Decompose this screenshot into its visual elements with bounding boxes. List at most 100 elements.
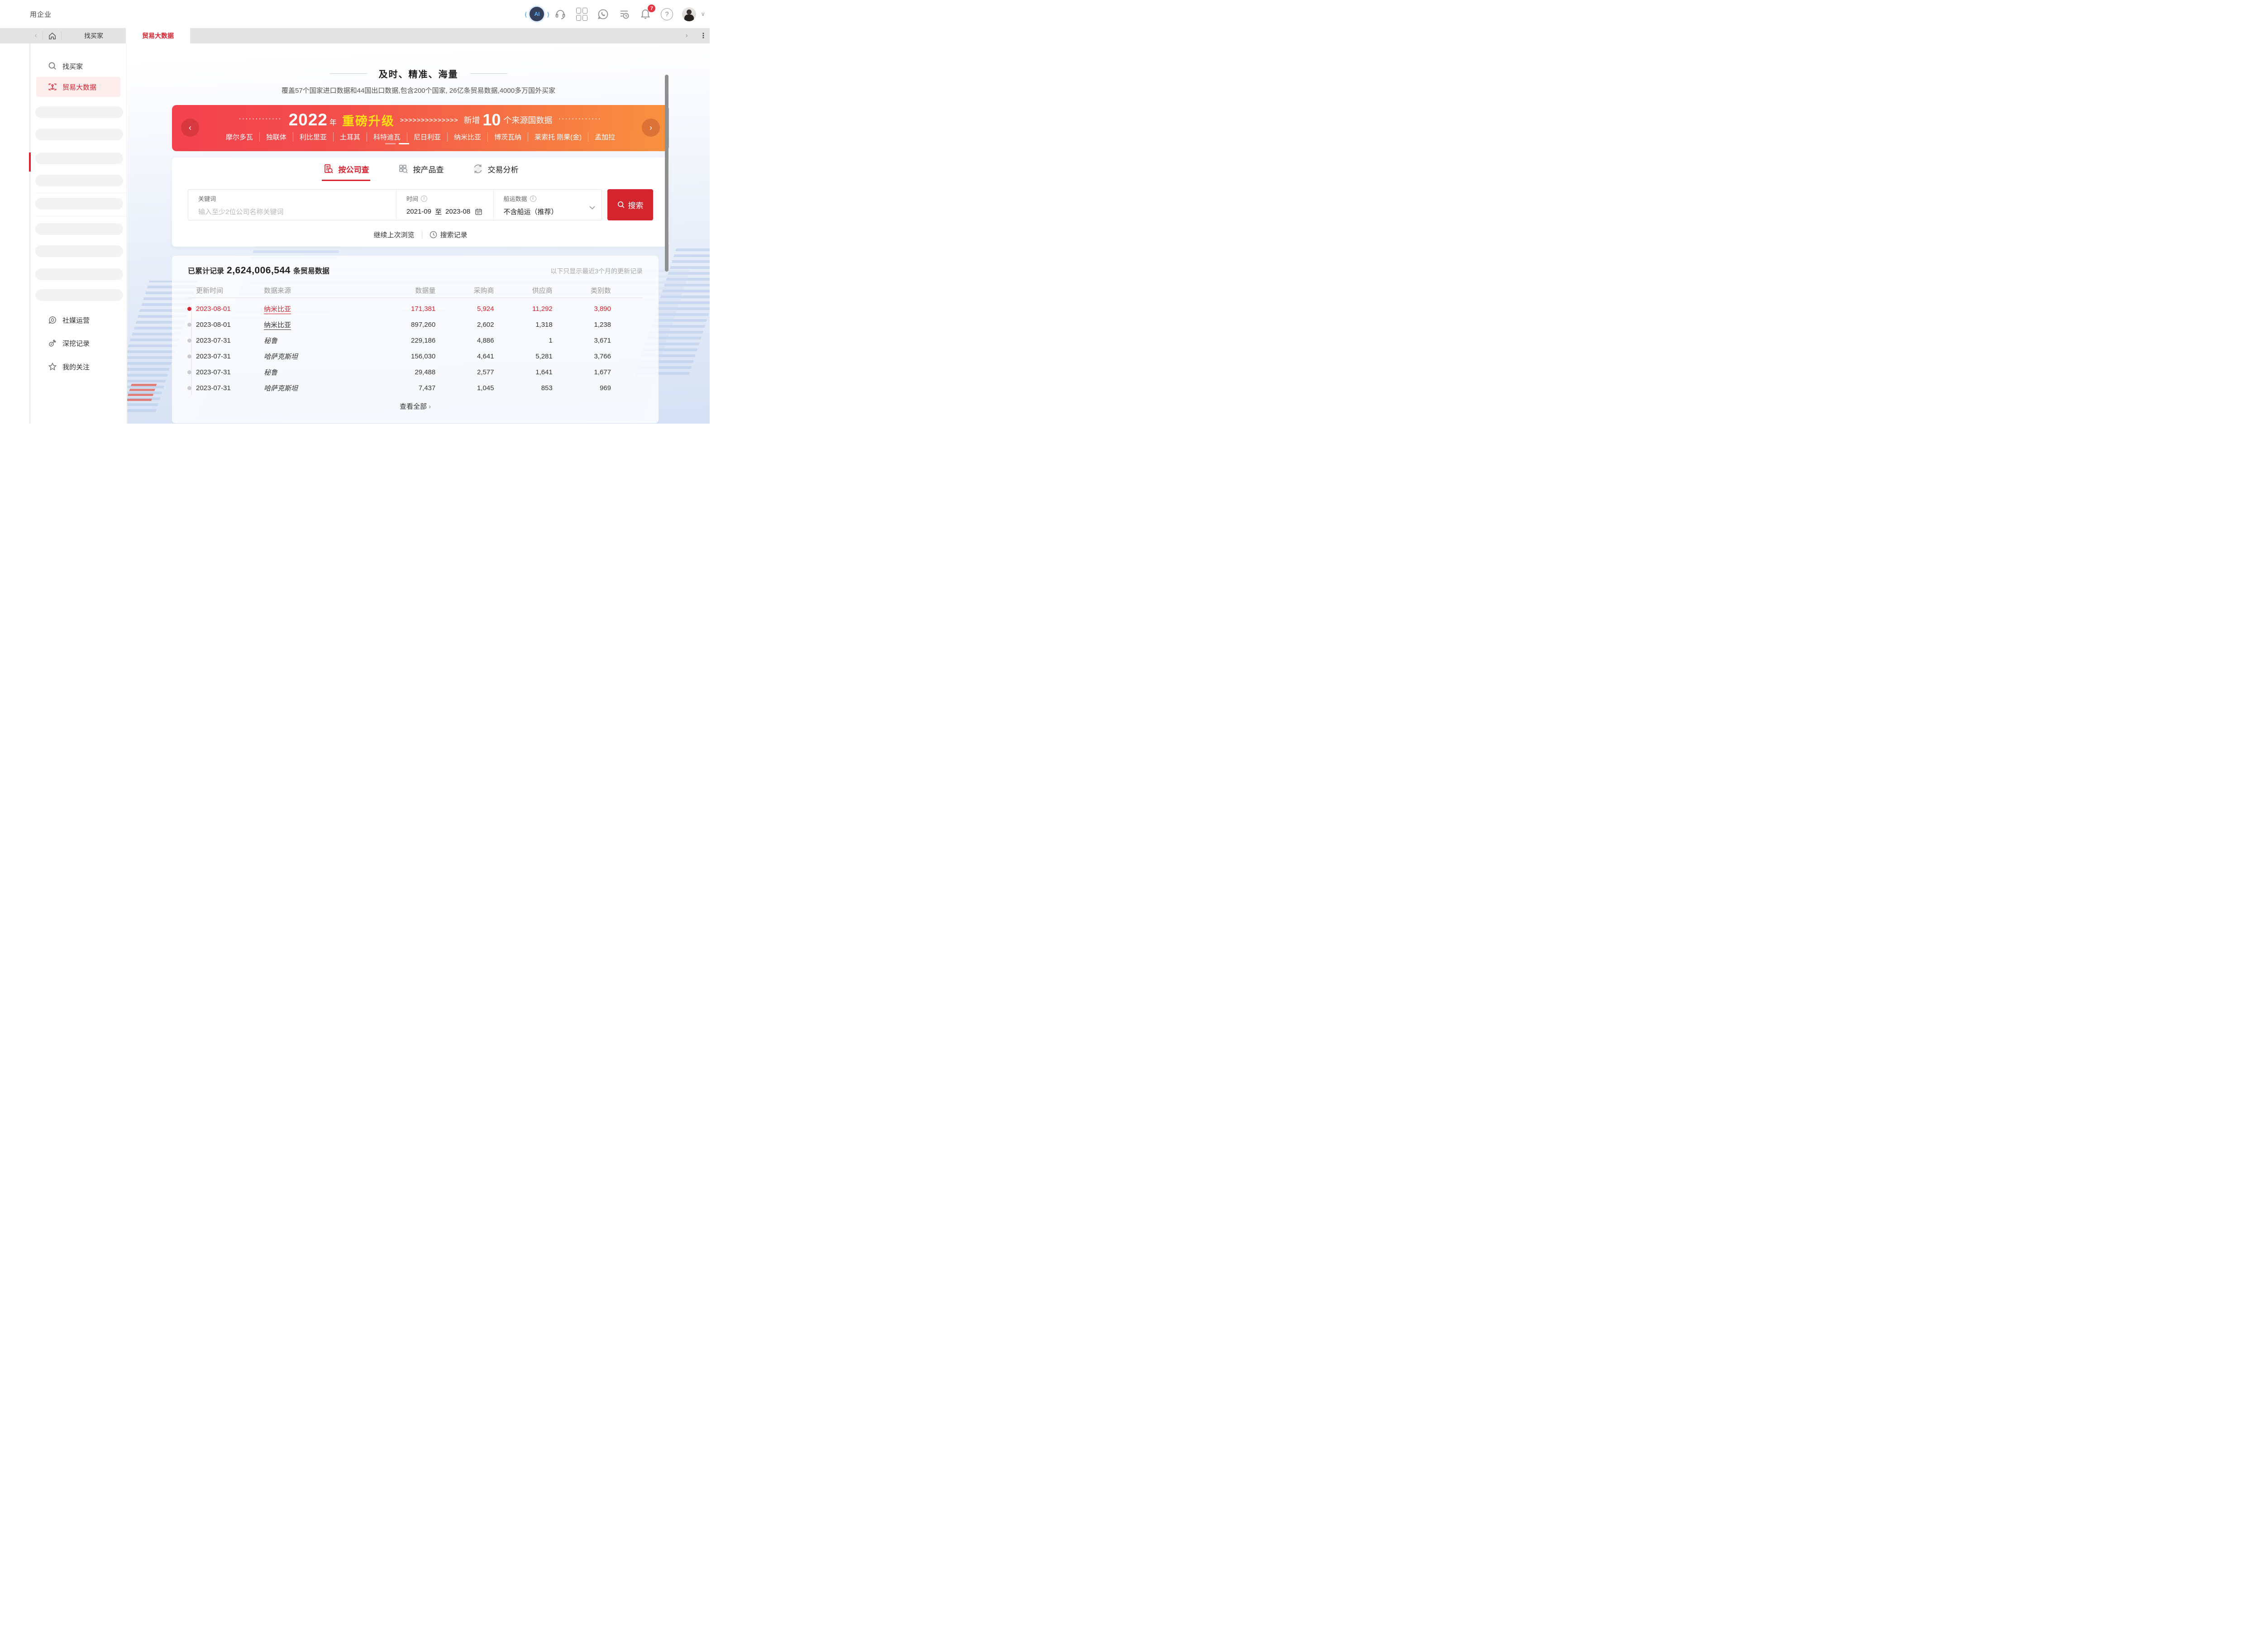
shipping-data-field[interactable]: 船运数据 i 不含船运（推荐）	[493, 190, 602, 220]
page-title: 及时、精准、海量	[379, 67, 458, 80]
header-icons: ( AI )	[528, 0, 705, 28]
time-range-field[interactable]: 时间 i 2021-09 至 2023-08	[396, 190, 493, 220]
tab-back-button[interactable]: ‹	[29, 32, 43, 40]
tab-transaction-analysis[interactable]: 交易分析	[472, 163, 519, 181]
tab-forward-button[interactable]: ›	[680, 32, 693, 40]
sidebar-skeleton-item	[35, 268, 123, 280]
shipping-select[interactable]: 不含船运（推荐）	[504, 207, 593, 216]
sidebar-skeleton-item	[35, 106, 123, 118]
notifications-bell-icon[interactable]: 7	[639, 7, 652, 21]
total-records-number: 2,624,006,544	[227, 265, 291, 276]
tab-more-icon[interactable]: ⋮	[700, 31, 707, 40]
task-history-icon[interactable]	[617, 7, 631, 21]
banner-country: 莱索托 刚果(金)	[528, 132, 588, 142]
search-form: 关键词 输入至少2位公司名称关键词 时间 i 2021-09 至 2023-08	[188, 189, 653, 220]
top-header: 用企业 ( AI )	[0, 0, 710, 28]
pickaxe-icon	[48, 339, 57, 348]
records-note: 以下只显示最近3个月的更新记录	[550, 267, 643, 276]
table-row[interactable]: 2023-08-01 纳米比亚 897,260 2,602 1,318 1,23…	[188, 317, 643, 333]
timeline-dot	[187, 354, 191, 358]
banner-pager[interactable]	[385, 143, 409, 144]
sidebar-skeleton-item	[35, 175, 123, 186]
tab-trade-big-data[interactable]: 贸易大数据	[126, 28, 190, 43]
table-row[interactable]: 2023-08-01 纳米比亚 171,381 5,924 11,292 3,8…	[188, 301, 643, 317]
star-icon	[48, 362, 57, 371]
sidebar-item-deep-dig-records[interactable]: 深挖记录	[36, 333, 120, 353]
timeline-dot	[187, 323, 191, 327]
table-row[interactable]: 2023-07-31 秘鲁 29,488 2,577 1,641 1,677	[188, 364, 643, 380]
avatar[interactable]	[681, 7, 697, 21]
clock-icon	[430, 231, 437, 239]
tab-find-buyers[interactable]: 找买家	[62, 28, 126, 43]
banner-country: 纳米比亚	[447, 132, 487, 142]
banner-country: 博茨瓦纳	[487, 132, 528, 142]
timeline-dot	[187, 370, 191, 374]
promo-banner[interactable]: ‹ › ············· 2022 年 重磅升级 >>>>>>>>>>…	[172, 105, 669, 151]
product-search-icon	[397, 163, 409, 175]
banner-country: 尼日利亚	[407, 132, 447, 142]
records-card: 已累计记录 2,624,006,544 条贸易数据 以下只显示最近3个月的更新记…	[172, 256, 659, 423]
banner-country: 利比里亚	[293, 132, 333, 142]
view-all-link[interactable]: 查看全部›	[172, 401, 659, 411]
records-stats: 已累计记录 2,624,006,544 条贸易数据 以下只显示最近3个月的更新记…	[188, 265, 643, 276]
sidebar-skeleton-item	[35, 223, 123, 235]
keyword-input[interactable]: 输入至少2位公司名称关键词	[198, 207, 387, 216]
records-table: 2023-08-01 纳米比亚 171,381 5,924 11,292 3,8…	[188, 301, 643, 396]
headset-icon[interactable]	[554, 7, 567, 21]
chevron-down-icon	[589, 206, 595, 210]
browser-tabstrip: ‹ 找买家 贸易大数据 › ⋮	[0, 28, 710, 43]
tab-search-by-company[interactable]: 按公司查	[323, 163, 369, 181]
search-icon	[617, 201, 625, 209]
sidebar-skeleton-item	[35, 153, 123, 164]
page-subtitle: 覆盖57个国家进口数据和44国出口数据,包含200个国家, 26亿条贸易数据,4…	[127, 86, 710, 95]
notification-badge: 7	[648, 5, 655, 12]
company-search-icon	[323, 163, 334, 175]
banner-country: 独联体	[259, 132, 293, 142]
sidebar-item-my-follows[interactable]: 我的关注	[36, 357, 120, 377]
brand-text: 用企业	[30, 0, 52, 28]
home-icon[interactable]	[43, 32, 61, 40]
sidebar-item-trade-big-data[interactable]: 贸易大数据	[36, 77, 120, 97]
query-tabs: 按公司查 按产品查	[172, 163, 669, 181]
page-scrollbar-thumb[interactable]	[665, 75, 668, 272]
table-row[interactable]: 2023-07-31 哈萨克斯坦 7,437 1,045 853 969	[188, 380, 643, 396]
sidebar-skeleton-item	[35, 129, 123, 140]
table-row[interactable]: 2023-07-31 哈萨克斯坦 156,030 4,641 5,281 3,7…	[188, 349, 643, 364]
time-range-value[interactable]: 2021-09 至 2023-08	[406, 207, 484, 216]
search-history-link[interactable]: 搜索记录	[430, 230, 468, 239]
banner-country-list: 摩尔多瓦独联体利比里亚土耳其科特迪瓦尼日利亚纳米比亚博茨瓦纳莱索托 刚果(金)孟…	[172, 132, 669, 142]
help-icon[interactable]: ?	[660, 7, 673, 21]
table-row[interactable]: 2023-07-31 秘鲁 229,186 4,886 1 3,671	[188, 333, 643, 349]
banner-upgrade-label: 重磅升级	[342, 111, 395, 129]
tab-search-by-product[interactable]: 按产品查	[397, 163, 444, 181]
calendar-icon	[475, 208, 482, 215]
ai-assistant-icon[interactable]: ( AI )	[528, 7, 546, 21]
search-button[interactable]: 搜索	[607, 189, 653, 220]
account-chevron-down-icon[interactable]: ∨	[701, 10, 705, 18]
sidebar-item-social-media[interactable]: 社媒运营	[36, 310, 120, 330]
banner-year: 2022	[289, 110, 328, 129]
timeline-dot	[187, 386, 191, 390]
sidebar-item-find-buyers[interactable]: 找买家	[36, 56, 120, 76]
search-card: 按公司查 按产品查	[172, 158, 669, 247]
continue-browsing-link[interactable]: 继续上次浏览	[373, 230, 414, 239]
analysis-icon	[472, 163, 484, 175]
sidebar-skeleton-item	[35, 198, 123, 210]
chat-bubble-icon	[48, 315, 57, 325]
banner-added-count: 10	[482, 110, 501, 129]
banner-country: 土耳其	[333, 132, 367, 142]
time-info-icon[interactable]: i	[421, 196, 427, 202]
app-window: 用企业 ( AI )	[0, 0, 710, 424]
shipping-info-icon[interactable]: i	[530, 196, 536, 202]
banner-country: 摩尔多瓦	[220, 132, 259, 142]
apps-grid-icon[interactable]	[575, 7, 588, 21]
sidebar-skeleton-item	[35, 245, 123, 257]
sidebar: 找买家 贸易大数据 社媒运营	[31, 43, 127, 424]
table-header: 更新时间 数据来源 数据量 采购商 供应商 类别数	[188, 286, 643, 295]
banner-country: 科特迪瓦	[367, 132, 407, 142]
keyword-field[interactable]: 关键词 输入至少2位公司名称关键词	[188, 190, 396, 220]
timeline-dot	[187, 339, 191, 343]
search-icon	[48, 62, 57, 71]
main-content: 及时、精准、海量 覆盖57个国家进口数据和44国出口数据,包含200个国家, 2…	[127, 43, 710, 424]
whatsapp-icon[interactable]	[596, 7, 610, 21]
